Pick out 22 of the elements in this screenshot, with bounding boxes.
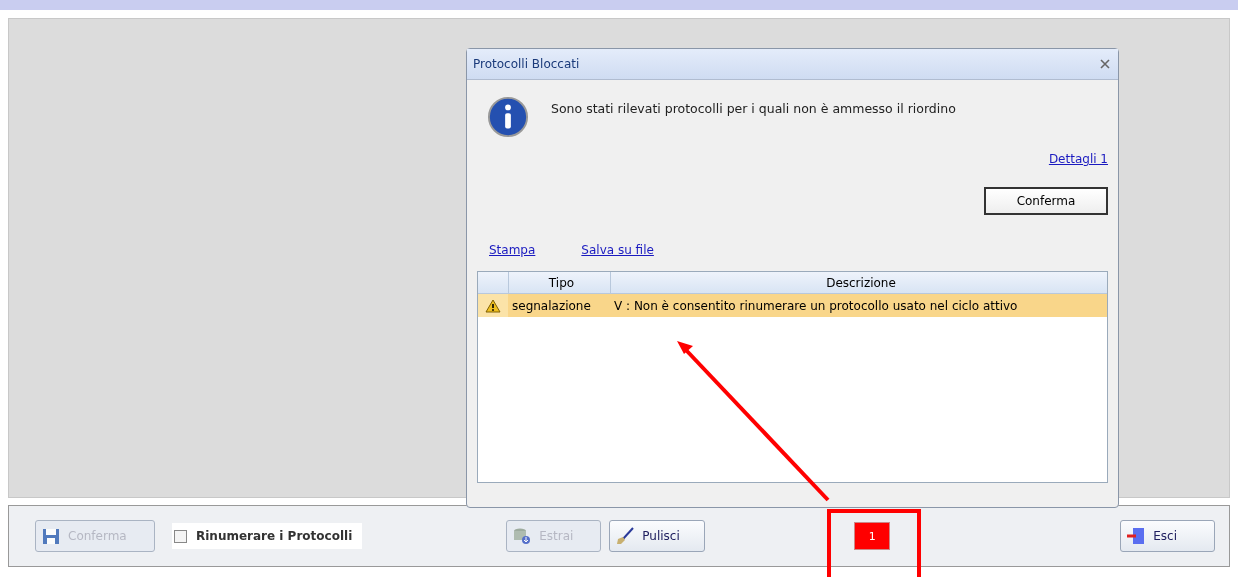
column-header[interactable]: Tipo [508, 272, 610, 293]
column-header[interactable]: Descrizione [610, 272, 1107, 293]
confirm-button[interactable]: Conferma [984, 187, 1108, 215]
details-link[interactable]: Dettagli 1 [1048, 152, 1108, 166]
action-link[interactable]: Stampa [489, 243, 536, 257]
count-badge: 1 [854, 522, 891, 550]
warning-icon [485, 298, 501, 313]
exit-button[interactable]: Esci [1120, 520, 1216, 552]
exit-door-icon [1127, 527, 1146, 545]
info-icon [487, 96, 529, 138]
dialog-message: Sono stati rilevati protocolli per i quali non è ammesso il riordino [551, 101, 956, 116]
renumber-checkbox[interactable]: Rinumerare i Protocolli [172, 523, 363, 549]
close-icon[interactable] [1100, 59, 1110, 69]
broom-icon [616, 527, 635, 545]
table-cell-text: V : Non è consentito rinumerare un protocollo usato nel ciclo attivo [613, 298, 1019, 313]
clear-button[interactable]: Pulisci [609, 520, 706, 552]
checkbox[interactable] [174, 529, 187, 543]
table-cell-text: segnalazione [511, 298, 592, 313]
action-link[interactable]: Salva su file [581, 243, 654, 257]
dialog-title: Protocolli Bloccati [473, 57, 580, 71]
database-icon [513, 527, 532, 545]
table-row[interactable]: segnalazione V : Non è consentito rinumerare un protocollo usato nel ciclo attivo [478, 294, 1107, 317]
